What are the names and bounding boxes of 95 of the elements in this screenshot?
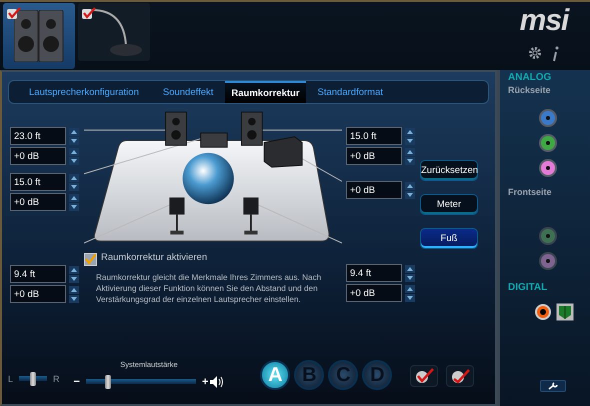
down-arrow-icon [71, 158, 77, 162]
up-arrow-icon [71, 130, 77, 134]
volume-plus[interactable]: + [202, 376, 208, 388]
up-arrow-icon [407, 150, 413, 154]
checkbox-label: Raumkorrektur aktivieren [101, 252, 208, 265]
speaker-icon [210, 376, 224, 388]
up-arrow-icon [71, 268, 77, 272]
section-label: Frontseite [508, 187, 553, 197]
optical-jack-icon[interactable] [556, 303, 574, 321]
spin-up-button[interactable] [69, 174, 79, 182]
action-button[interactable]: Meter [420, 194, 478, 215]
spin-down-button[interactable] [69, 294, 79, 302]
distance-field[interactable]: 15.0 ft [10, 173, 66, 191]
spin-down-button[interactable] [69, 182, 79, 190]
spin-up-button[interactable] [405, 148, 415, 156]
down-arrow-icon [71, 184, 77, 188]
spin-down-button[interactable] [69, 202, 79, 210]
distance-field[interactable]: 9.4 ft [346, 264, 402, 282]
spin-down-button[interactable] [69, 274, 79, 282]
spin-up-button[interactable] [69, 286, 79, 294]
down-arrow-icon [407, 296, 413, 300]
up-arrow-icon [71, 176, 77, 180]
settings-icon[interactable] [528, 46, 542, 60]
distance-field[interactable]: 23.0 ft [10, 127, 66, 145]
apply-all-button[interactable] [446, 365, 474, 387]
action-button[interactable]: Fuß [420, 228, 478, 249]
balance-right-label: R [53, 374, 60, 384]
slider-thumb[interactable] [30, 372, 36, 386]
spin-up-button[interactable] [69, 194, 79, 202]
slider-thumb[interactable] [104, 375, 111, 389]
volume-minus[interactable]: − [74, 376, 80, 388]
gain-field[interactable]: +0 dB [10, 193, 66, 211]
audio-jack[interactable] [539, 227, 557, 245]
info-icon[interactable] [552, 46, 560, 62]
up-arrow-icon [71, 196, 77, 200]
tab[interactable]: Raumkorrektur [225, 81, 306, 103]
down-arrow-icon [407, 158, 413, 162]
gain-field[interactable]: +0 dB [10, 285, 66, 303]
coaxial-jack-icon[interactable] [534, 303, 552, 321]
spin-down-button[interactable] [69, 156, 79, 164]
distance-field[interactable]: 15.0 ft [346, 127, 402, 145]
spin-down-button[interactable] [405, 294, 415, 302]
gain-field[interactable]: +0 dB [10, 147, 66, 165]
spin-up-button[interactable] [69, 128, 79, 136]
action-button[interactable]: Zurücksetzen [420, 160, 478, 181]
description-text: Raumkorrektur gleicht die Merkmale Ihres Zimmers aus. Nach Aktivierung dieser Funktion können Sie den Abstand und den Verstärkungsgrad der einzelnen Lautsprecher einstellen. [96, 272, 322, 305]
apply-button[interactable] [410, 365, 438, 387]
spin-down-button[interactable] [405, 190, 415, 198]
down-arrow-icon [71, 296, 77, 300]
up-arrow-icon [407, 130, 413, 134]
distance-field[interactable]: 9.4 ft [10, 265, 66, 283]
spin-up-button[interactable] [69, 148, 79, 156]
down-arrow-icon [407, 192, 413, 196]
down-arrow-icon [407, 138, 413, 142]
down-arrow-icon [71, 276, 77, 280]
up-arrow-icon [407, 266, 413, 270]
wrench-icon [548, 382, 558, 390]
audio-jack[interactable] [539, 109, 557, 127]
device-tile[interactable] [3, 3, 75, 69]
tab[interactable]: Standardformat [306, 81, 395, 103]
up-arrow-icon [71, 150, 77, 154]
checkmark-icon [414, 368, 434, 384]
balance-left-label: L [8, 374, 14, 384]
section-title: ANALOG [508, 72, 552, 83]
up-arrow-icon [407, 184, 413, 188]
up-arrow-icon [407, 286, 413, 290]
audio-jack[interactable] [539, 134, 557, 152]
down-arrow-icon [71, 138, 77, 142]
tab[interactable]: Soundeffekt [150, 81, 226, 103]
down-arrow-icon [407, 276, 413, 280]
settings-button[interactable] [540, 380, 566, 392]
device-tile[interactable] [78, 3, 150, 61]
gain-field[interactable]: +0 dB [346, 284, 402, 302]
gain-field[interactable]: +0 dB [346, 181, 402, 199]
spin-down-button[interactable] [405, 274, 415, 282]
spin-up-button[interactable] [69, 266, 79, 274]
tab[interactable]: Lautsprecherkonfiguration [17, 81, 151, 103]
logo: msi [520, 6, 568, 36]
spin-up-button[interactable] [405, 128, 415, 136]
speakers-icon [14, 10, 64, 62]
spin-up-button[interactable] [405, 182, 415, 190]
gain-field[interactable]: +0 dB [346, 147, 402, 165]
section-label: Rückseite [508, 85, 552, 95]
down-arrow-icon [71, 204, 77, 208]
spin-up-button[interactable] [405, 264, 415, 272]
spin-down-button[interactable] [405, 136, 415, 144]
section-title: DIGITAL [508, 282, 548, 293]
spin-up-button[interactable] [405, 284, 415, 292]
checkbox[interactable] [84, 253, 97, 266]
audio-jack[interactable] [539, 252, 557, 270]
audio-jack[interactable] [539, 159, 557, 177]
checkmark-icon [450, 368, 470, 384]
spin-down-button[interactable] [69, 136, 79, 144]
up-arrow-icon [71, 288, 77, 292]
spin-down-button[interactable] [405, 156, 415, 164]
